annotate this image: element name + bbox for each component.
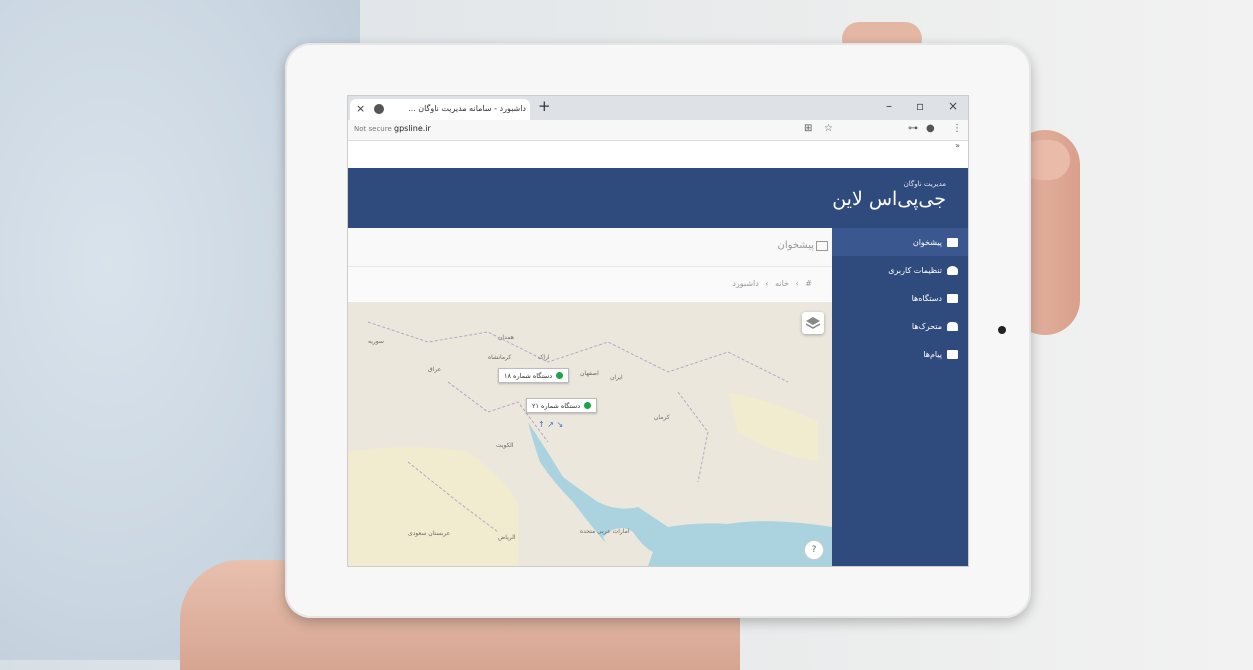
car-icon	[947, 321, 958, 331]
star-icon[interactable]: ☆	[824, 123, 833, 134]
status-dot	[556, 372, 564, 379]
device-marker[interactable]: دستگاه شماره ۲۱	[526, 398, 598, 413]
address-bar[interactable]: Not secure gpsline.ir ⊞ ☆ ⊶ ● ⋮	[348, 120, 968, 141]
sidebar-item-label: پیام‌ها	[923, 349, 942, 359]
sidebar-item-label: تنظیمات کاربری	[888, 265, 942, 275]
sidebar-item-dashboard[interactable]: پیشخوان	[832, 228, 968, 256]
map-label: اراک	[538, 354, 550, 361]
map-label: امارات عربی متحده	[580, 528, 630, 535]
map-label: اصفهان	[580, 370, 599, 377]
map-label: الکویت	[496, 442, 514, 449]
sidebar-item-label: پیشخوان	[912, 237, 942, 247]
marker-label: دستگاه شماره ۱۸	[504, 371, 553, 380]
url-text[interactable]: gpsline.ir	[394, 124, 431, 133]
profile-icon[interactable]: ●	[926, 123, 935, 134]
monitor-icon	[816, 241, 828, 251]
user-icon	[947, 265, 958, 275]
close-window-button[interactable]: ×	[948, 99, 958, 113]
device-icon	[947, 293, 958, 303]
browser-tab[interactable]: × داشبورد - سامانه مدیریت ناوگان ...	[350, 99, 530, 120]
map-label: همدان	[498, 334, 514, 341]
map-label: سوریه	[368, 338, 384, 345]
page-title: پیشخوان	[777, 240, 814, 251]
security-label[interactable]: Not secure	[354, 125, 392, 133]
map-label: کرمان	[654, 414, 670, 421]
sidebar-item-user-settings[interactable]: تنظیمات کاربری	[832, 256, 968, 284]
breadcrumb: # › خانه › داشبورد	[348, 267, 832, 301]
map-label: عراق	[428, 366, 442, 373]
bookmarks-more[interactable]: »	[955, 141, 960, 150]
sidebar: پیشخوان تنظیمات کاربری دستگاه‌ها متحرک‌ه…	[832, 228, 968, 566]
tablet-screen: × داشبورد - سامانه مدیریت ناوگان ... + –…	[348, 96, 968, 566]
maximize-button[interactable]: ▫	[916, 99, 924, 113]
tab-close-icon[interactable]: ×	[356, 102, 365, 115]
translate-icon[interactable]: ⊞	[804, 123, 812, 134]
sidebar-item-vehicles[interactable]: متحرک‌ها	[832, 312, 968, 340]
globe-icon	[374, 104, 384, 114]
map-view[interactable]: ایران عراق سوریه اراک اصفهان کرمان عربست…	[348, 302, 832, 566]
map-label: الریاض	[498, 534, 516, 541]
tab-title: داشبورد - سامانه مدیریت ناوگان ...	[408, 104, 526, 113]
layers-icon	[805, 317, 821, 329]
brand-logo[interactable]: جی‌پی‌اس لاین	[832, 188, 946, 210]
map-label: عربستان سعودی	[408, 530, 451, 537]
help-button[interactable]: ?	[804, 540, 824, 560]
menu-icon[interactable]: ⋮	[952, 123, 962, 134]
camera-icon	[998, 326, 1006, 334]
bookmarks-bar: »	[348, 141, 968, 153]
status-dot	[584, 402, 592, 409]
map-label: کرمانشاه	[488, 354, 512, 361]
panel-header: پیشخوان	[348, 228, 832, 267]
marker-label: دستگاه شماره ۲۱	[532, 401, 581, 410]
sidebar-item-label: دستگاه‌ها	[911, 293, 942, 303]
sidebar-item-messages[interactable]: پیام‌ها	[832, 340, 968, 368]
map-label: ایران	[610, 374, 623, 381]
new-tab-button[interactable]: +	[538, 97, 551, 115]
brand-subtitle: مدیریت ناوگان	[903, 180, 946, 188]
minimize-button[interactable]: –	[886, 99, 892, 113]
key-icon[interactable]: ⊶	[908, 123, 918, 134]
breadcrumb-text[interactable]: # › خانه › داشبورد	[732, 279, 812, 288]
sidebar-item-devices[interactable]: دستگاه‌ها	[832, 284, 968, 312]
monitor-icon	[947, 237, 958, 247]
direction-icon: ↑ ↗ ↘	[538, 420, 564, 429]
device-marker[interactable]: دستگاه شماره ۱۸	[498, 368, 570, 383]
browser-tabbar: × داشبورد - سامانه مدیریت ناوگان ... + –…	[348, 96, 968, 120]
map-background	[348, 302, 832, 566]
sidebar-item-label: متحرک‌ها	[911, 321, 942, 331]
layers-button[interactable]	[802, 312, 824, 334]
app-header: مدیریت ناوگان جی‌پی‌اس لاین	[348, 168, 968, 228]
message-icon	[947, 349, 958, 359]
